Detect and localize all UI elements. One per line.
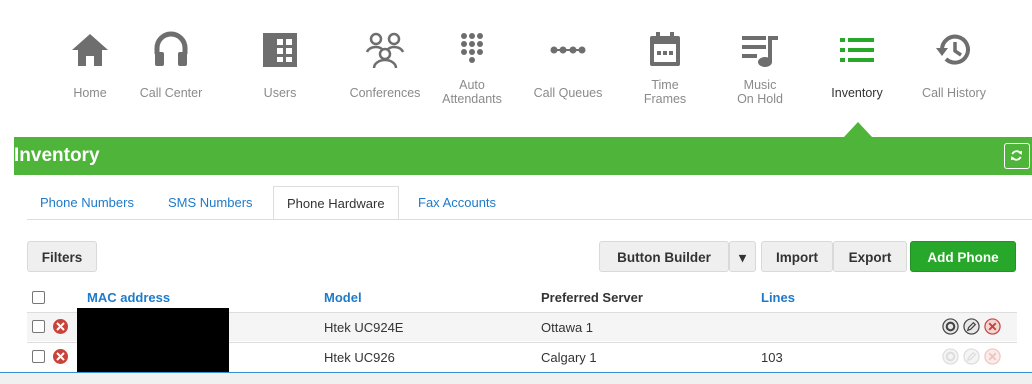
active-nav-pointer (844, 122, 872, 137)
delete-icon[interactable] (984, 348, 1001, 365)
refresh-icon (1010, 150, 1023, 161)
button-builder-dropdown[interactable]: ▾ (729, 241, 756, 272)
tab-phone-numbers[interactable]: Phone Numbers (40, 186, 134, 219)
lines-cell: 103 (761, 350, 783, 365)
bottom-scroll-area (0, 372, 1032, 384)
refresh-button[interactable] (1004, 143, 1030, 169)
music-icon (742, 36, 778, 67)
nav-item-conferences[interactable]: Conferences (345, 30, 425, 100)
conferences-icon (365, 32, 405, 69)
filters-button[interactable]: Filters (27, 241, 97, 272)
tab-phone-hardware[interactable]: Phone Hardware (273, 186, 399, 220)
delete-icon[interactable] (984, 318, 1001, 335)
page-header-bar: Inventory (14, 137, 1032, 175)
preferred-server-cell: Calgary 1 (541, 350, 597, 365)
add-phone-button[interactable]: Add Phone (910, 241, 1016, 272)
tab-fax-accounts[interactable]: Fax Accounts (418, 186, 496, 219)
edit-icon[interactable] (963, 318, 980, 335)
users-icon (263, 33, 297, 67)
nav-item-auto-attendants[interactable]: Auto Attendants (432, 30, 512, 106)
page-title: Inventory (14, 145, 100, 166)
nav-item-call-center[interactable]: Call Center (131, 30, 211, 100)
history-icon (936, 34, 970, 65)
column-preferred-server: Preferred Server (541, 290, 643, 305)
nav-item-users[interactable]: Users (240, 30, 320, 100)
tabs-divider (27, 219, 1032, 220)
nav-item-home[interactable]: Home (50, 30, 130, 100)
model-cell: Htek UC924E (324, 320, 404, 335)
nav-item-time-frames[interactable]: Time Frames (625, 30, 705, 106)
column-mac-address[interactable]: MAC address (87, 290, 170, 305)
nav-item-inventory[interactable]: Inventory (817, 30, 897, 100)
list-icon (840, 38, 874, 62)
nav-item-call-history[interactable]: Call History (914, 30, 994, 100)
edit-icon[interactable] (963, 348, 980, 365)
error-status-icon (53, 319, 68, 334)
top-nav: Home Call Center Users Conferences Auto A… (0, 0, 1032, 137)
keypad-icon (461, 33, 483, 63)
preferred-server-cell: Ottawa 1 (541, 320, 594, 335)
calendar-icon (650, 32, 680, 66)
headset-icon (154, 31, 188, 66)
row-checkbox[interactable] (32, 320, 45, 333)
nav-item-call-queues[interactable]: Call Queues (528, 30, 608, 100)
home-icon (72, 34, 108, 66)
column-model[interactable]: Model (324, 290, 362, 305)
export-button[interactable]: Export (833, 241, 907, 272)
error-status-icon (53, 349, 68, 364)
row-checkbox[interactable] (32, 350, 45, 363)
column-lines[interactable]: Lines (761, 290, 795, 305)
select-all-checkbox[interactable] (32, 291, 45, 304)
model-cell: Htek UC926 (324, 350, 395, 365)
settings-icon[interactable] (942, 348, 959, 365)
nav-item-music-on-hold[interactable]: Music On Hold (720, 30, 800, 106)
tab-sms-numbers[interactable]: SMS Numbers (168, 186, 253, 219)
queue-icon (550, 46, 586, 54)
settings-icon[interactable] (942, 318, 959, 335)
button-builder-button[interactable]: Button Builder (599, 241, 729, 272)
import-button[interactable]: Import (761, 241, 833, 272)
